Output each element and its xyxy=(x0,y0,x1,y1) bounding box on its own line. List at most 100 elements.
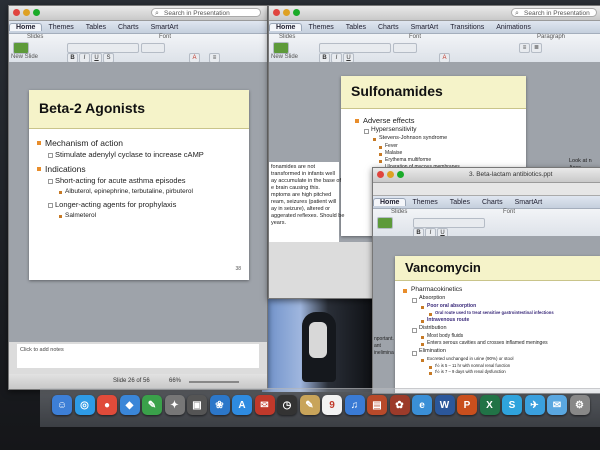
bullet: t½ is 7 – 9 days with renal dysfunction xyxy=(429,369,506,375)
excel-icon[interactable]: X xyxy=(479,395,500,415)
zoom-slider[interactable] xyxy=(189,381,239,383)
messages-icon[interactable]: ✉ xyxy=(547,395,567,415)
status-bar: Slide 26 of 56 66% xyxy=(9,374,267,389)
new-slide-icon[interactable] xyxy=(13,42,29,54)
minimize-button[interactable] xyxy=(23,9,30,16)
notes-icon[interactable]: ✎ xyxy=(299,395,320,415)
minimize-button[interactable] xyxy=(387,171,394,178)
zoom-button[interactable] xyxy=(33,9,40,16)
bullet: Hypersensitivity xyxy=(364,126,417,134)
slide-counter: Slide 26 of 56 xyxy=(113,378,150,384)
zoom-button[interactable] xyxy=(293,9,300,16)
dropbox-icon[interactable]: ◆ xyxy=(119,395,140,415)
skype-icon[interactable]: S xyxy=(502,395,522,415)
tab-smartart[interactable]: SmartArt xyxy=(405,24,445,31)
close-button[interactable] xyxy=(273,9,280,16)
slide-canvas: Vancomycin Pharmacokinetics Absorption P… xyxy=(373,236,600,393)
powerpoint-window-vancomycin: 3. Beta-lactam antibiotics.ppt Home Them… xyxy=(372,167,600,394)
bullets-button[interactable]: ≡ xyxy=(519,43,530,53)
tab-transitions[interactable]: Transitions xyxy=(444,24,490,31)
zoom-button[interactable] xyxy=(397,171,404,178)
search-input[interactable]: ⌕ Search in Presentation xyxy=(511,8,597,17)
numbering-button[interactable]: ≣ xyxy=(531,43,542,53)
tab-themes[interactable]: Themes xyxy=(406,199,443,206)
ribbon-home: Slides Font Paragraph New Slide B I U A … xyxy=(269,34,600,63)
font-name-select[interactable] xyxy=(67,43,139,53)
tab-home[interactable]: Home xyxy=(269,23,303,31)
bullet: Mechanism of action xyxy=(37,138,123,148)
itunes-icon[interactable]: ♫ xyxy=(344,395,365,415)
evernote-icon[interactable]: ✎ xyxy=(142,395,162,415)
internet-explorer-icon[interactable]: e xyxy=(412,395,432,415)
bullet: Fever xyxy=(379,143,398,149)
tab-charts[interactable]: Charts xyxy=(476,199,509,206)
word-icon[interactable]: W xyxy=(434,395,455,415)
document-title: 3. Beta-lactam antibiotics.ppt xyxy=(469,171,553,178)
slide-number: 38 xyxy=(235,266,241,272)
tab-themes[interactable]: Themes xyxy=(302,24,339,31)
group-label-slides: Slides xyxy=(279,34,296,40)
tab-smartart[interactable]: SmartArt xyxy=(509,199,549,206)
appstore-icon[interactable]: A xyxy=(232,395,252,415)
slide-vancomycin[interactable]: Vancomycin Pharmacokinetics Absorption P… xyxy=(395,256,600,393)
slide-canvas: Beta-2 Agonists Mechanism of action Stim… xyxy=(9,62,267,342)
new-slide-label[interactable]: New Slide xyxy=(11,54,38,60)
tab-charts[interactable]: Charts xyxy=(372,24,405,31)
note-line: ant xyxy=(374,343,381,349)
tab-smartart[interactable]: SmartArt xyxy=(145,24,185,31)
photobooth-icon[interactable]: ▣ xyxy=(187,395,207,415)
tab-home[interactable]: Home xyxy=(9,23,43,31)
window-titlebar[interactable]: ⌕ Search in Presentation xyxy=(9,6,267,21)
font-size-select[interactable] xyxy=(141,43,165,53)
window-titlebar[interactable]: ⌕ Search in Presentation xyxy=(269,6,600,21)
slide-title: Sulfonamides xyxy=(351,83,443,99)
bullet: Elimination xyxy=(412,348,446,356)
twitter-icon[interactable]: ✈ xyxy=(524,395,545,415)
bullet: Stevens-Johnson syndrome xyxy=(372,135,448,141)
note-line: Look at n xyxy=(569,158,592,164)
font-name-select[interactable] xyxy=(319,43,391,53)
bullet: Excreted unchanged in urine (90%) or sto… xyxy=(421,356,514,362)
iphoto2-icon[interactable]: ✿ xyxy=(389,395,410,415)
font-size-select[interactable] xyxy=(393,43,417,53)
launchpad-icon[interactable]: ✦ xyxy=(164,395,185,415)
tab-charts[interactable]: Charts xyxy=(112,24,145,31)
note-line: inelimina xyxy=(374,350,394,356)
tab-home[interactable]: Home xyxy=(373,198,407,206)
notes-placeholder: Click to add notes xyxy=(20,347,64,353)
slide-beta2[interactable]: Beta-2 Agonists Mechanism of action Stim… xyxy=(29,90,249,280)
tab-themes[interactable]: Themes xyxy=(42,24,79,31)
bullet: Poor oral absorption xyxy=(420,303,477,309)
tab-tables[interactable]: Tables xyxy=(340,24,372,31)
iphoto-icon[interactable]: ❀ xyxy=(209,395,230,415)
stocks-icon[interactable]: ◷ xyxy=(277,395,297,415)
photos-icon[interactable]: ▤ xyxy=(367,395,387,415)
tab-animations[interactable]: Animations xyxy=(490,24,537,31)
close-button[interactable] xyxy=(13,9,20,16)
mail-icon[interactable]: ✉ xyxy=(254,395,275,415)
font-name-select[interactable] xyxy=(413,218,485,228)
powerpoint-icon[interactable]: P xyxy=(457,395,477,415)
close-button[interactable] xyxy=(377,171,384,178)
search-icon: ⌕ xyxy=(155,10,159,17)
bullet: Intravenous route xyxy=(420,317,470,323)
new-slide-label[interactable]: New Slide xyxy=(271,54,298,60)
photo-shirt xyxy=(309,322,327,358)
notes-pane[interactable]: Click to add notes xyxy=(17,344,259,368)
window-controls xyxy=(377,171,404,178)
safari-icon[interactable]: ◎ xyxy=(74,395,95,415)
minimize-button[interactable] xyxy=(283,9,290,16)
note-line: ream, seizures (patient will xyxy=(271,199,337,205)
new-slide-icon[interactable] xyxy=(273,42,289,54)
slide-title: Beta-2 Agonists xyxy=(39,100,146,116)
calendar-icon[interactable]: 9 xyxy=(322,395,342,415)
search-input[interactable]: ⌕ Search in Presentation xyxy=(151,8,261,17)
system-preferences-icon[interactable]: ⚙ xyxy=(569,395,590,415)
tab-tables[interactable]: Tables xyxy=(444,199,476,206)
bullet: Longer-acting agents for prophylaxis xyxy=(47,200,177,209)
tab-tables[interactable]: Tables xyxy=(80,24,112,31)
finder-icon[interactable]: ☺ xyxy=(52,395,72,415)
chrome-icon[interactable]: ● xyxy=(97,395,117,415)
new-slide-icon[interactable] xyxy=(377,217,393,229)
window-titlebar[interactable]: 3. Beta-lactam antibiotics.ppt xyxy=(373,168,600,183)
